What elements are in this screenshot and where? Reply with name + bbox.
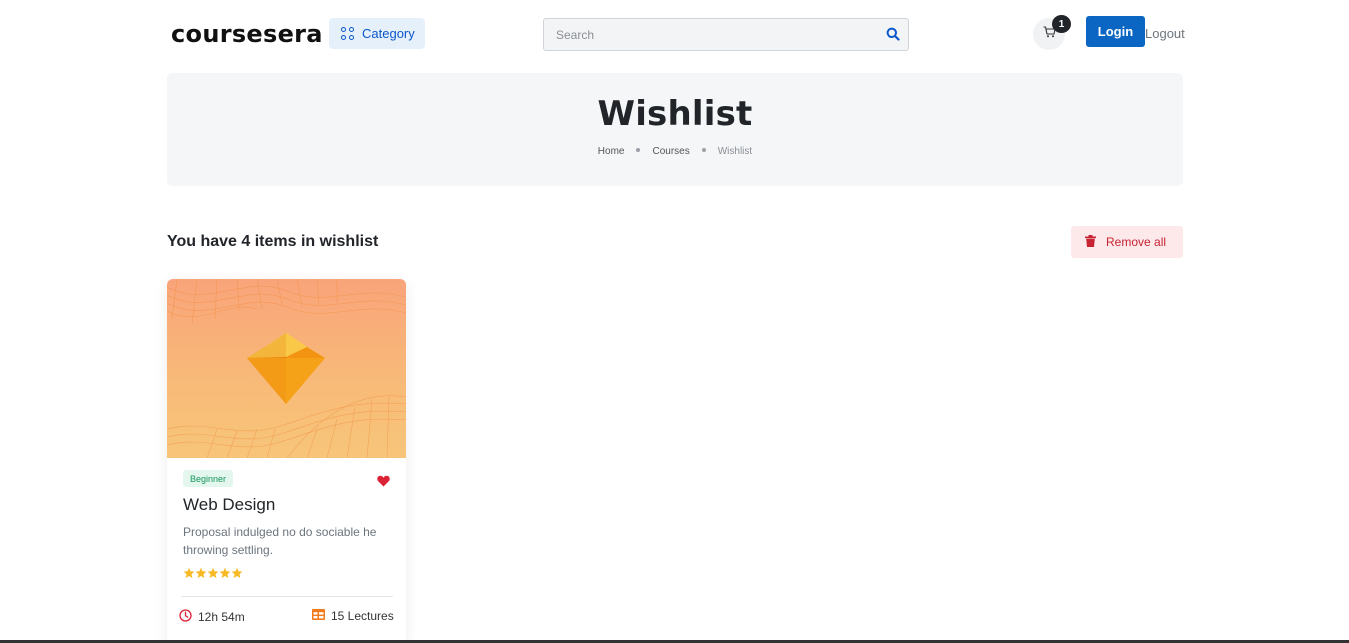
breadcrumb-current: Wishlist: [717, 146, 753, 157]
page-title: Wishlist: [597, 94, 753, 134]
star-icon: [195, 567, 207, 578]
breadcrumb-separator: [636, 147, 641, 152]
remove-all-button[interactable]: Remove all: [1071, 226, 1183, 258]
diamond-icon: [247, 333, 325, 404]
breadcrumb: Home Courses Wishlist: [167, 146, 1183, 157]
remove-all-label: Remove all: [1106, 235, 1167, 249]
breadcrumb-separator: [701, 147, 706, 152]
grid-icon: [341, 27, 354, 40]
search-input[interactable]: [544, 19, 864, 50]
course-lectures: 15 Lectures: [312, 609, 394, 623]
login-button[interactable]: Login: [1086, 16, 1145, 47]
logo[interactable]: coursesera: [171, 20, 323, 48]
trash-icon: [1085, 234, 1096, 250]
star-icon: [207, 567, 219, 578]
clock-icon: [179, 609, 192, 625]
course-thumbnail[interactable]: [167, 279, 406, 458]
table-icon: [312, 609, 325, 623]
search-icon[interactable]: [886, 27, 900, 46]
breadcrumb-courses[interactable]: Courses: [652, 146, 689, 157]
card-divider: [181, 596, 393, 597]
category-button[interactable]: Category: [329, 18, 425, 49]
cart-count-badge: 1: [1052, 15, 1071, 33]
heart-icon[interactable]: [377, 474, 390, 492]
rating-stars: [183, 567, 243, 579]
logout-link[interactable]: Logout: [1145, 26, 1185, 41]
breadcrumb-home[interactable]: Home: [598, 146, 625, 157]
category-label: Category: [362, 26, 415, 41]
course-duration: 12h 54m: [179, 609, 245, 625]
wishlist-count-heading: You have 4 items in wishlist: [167, 233, 379, 250]
search-bar: [543, 18, 909, 51]
level-badge: Beginner: [183, 470, 234, 487]
star-icon: [219, 567, 231, 578]
course-title[interactable]: Web Design: [183, 495, 275, 515]
course-description: Proposal indulged no do sociable he thro…: [183, 525, 377, 557]
duration-text: 12h 54m: [198, 610, 245, 624]
course-card[interactable]: Beginner Web Design Proposal indulged no…: [167, 279, 406, 643]
star-icon: [183, 567, 195, 578]
lectures-text: 15 Lectures: [331, 609, 394, 623]
star-icon: [231, 567, 243, 578]
page-hero: Wishlist Home Courses Wishlist: [167, 73, 1183, 186]
